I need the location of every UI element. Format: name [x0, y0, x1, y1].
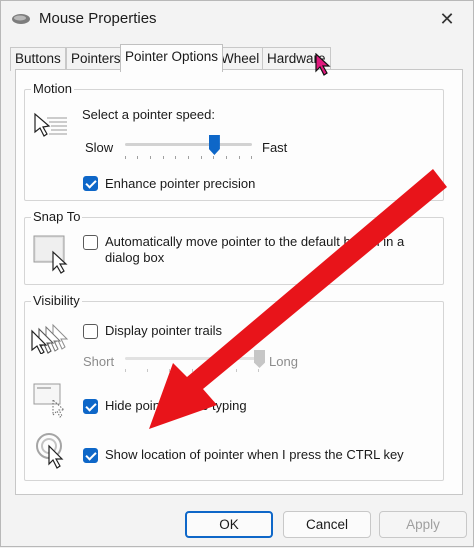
pointer-trails-icon [31, 323, 69, 354]
show-location-label[interactable]: Show location of pointer when I press th… [105, 447, 404, 462]
close-icon: ✕ [439, 8, 455, 29]
speed-slider-ticks [125, 156, 252, 160]
tab-buttons[interactable]: Buttons [10, 47, 66, 71]
pointer-options-panel: Motion Select a pointer speed: Slow Fast [15, 69, 463, 495]
motion-group: Motion Select a pointer speed: Slow Fast [24, 81, 444, 201]
title-bar: Mouse Properties ✕ [1, 1, 473, 39]
hide-pointer-label[interactable]: Hide pointer while typing [105, 398, 247, 413]
snap-to-group-title: Snap To [31, 209, 83, 224]
trails-slider-thumb[interactable] [254, 350, 265, 368]
snap-to-group: Snap To Automatically move pointer to th… [24, 209, 444, 285]
hide-pointer-checkbox[interactable] [83, 399, 98, 414]
trails-short-label: Short [83, 354, 115, 369]
fast-label: Fast [262, 140, 288, 155]
hide-pointer-icon [33, 383, 66, 418]
show-location-icon [36, 433, 64, 469]
mouse-icon [12, 14, 30, 24]
trails-slider-ticks [125, 369, 259, 373]
speed-slider-track[interactable] [125, 143, 252, 146]
snap-to-label-line1[interactable]: Automatically move pointer to the defaul… [105, 234, 404, 249]
ok-button[interactable]: OK [185, 511, 273, 538]
apply-button[interactable]: Apply [379, 511, 467, 538]
slow-label: Slow [85, 140, 114, 155]
tab-pointers[interactable]: Pointers [66, 47, 126, 71]
trails-long-label: Long [269, 354, 298, 369]
snap-to-icon [33, 235, 68, 274]
motion-group-title: Motion [31, 81, 75, 96]
speed-label: Select a pointer speed: [82, 107, 215, 122]
pointer-trails-checkbox[interactable] [83, 324, 98, 339]
trails-slider-track[interactable] [125, 357, 259, 360]
visibility-group: Visibility Display pointer trails Short … [24, 293, 444, 481]
cancel-button[interactable]: Cancel [283, 511, 371, 538]
tab-pointer-options[interactable]: Pointer Options [120, 44, 224, 72]
tab-wheel[interactable]: Wheel [216, 47, 265, 71]
tab-strip: Buttons Pointers Pointer Options Wheel H… [10, 44, 466, 72]
enhance-precision-label[interactable]: Enhance pointer precision [105, 176, 255, 191]
visibility-group-title: Visibility [31, 293, 82, 308]
close-button[interactable]: ✕ [429, 3, 465, 35]
mouse-properties-window: Mouse Properties ✕ Buttons Pointers Poin… [0, 0, 474, 547]
pointer-speed-icon [34, 112, 67, 137]
pointer-trails-label[interactable]: Display pointer trails [105, 323, 222, 338]
snap-to-checkbox[interactable] [83, 235, 98, 250]
show-location-checkbox[interactable] [83, 448, 98, 463]
snap-to-label-line2[interactable]: dialog box [105, 250, 164, 265]
enhance-precision-checkbox[interactable] [83, 176, 98, 191]
speed-slider-thumb[interactable] [208, 135, 220, 155]
arrow-cursor-icon [315, 53, 331, 76]
window-title: Mouse Properties [39, 10, 157, 27]
